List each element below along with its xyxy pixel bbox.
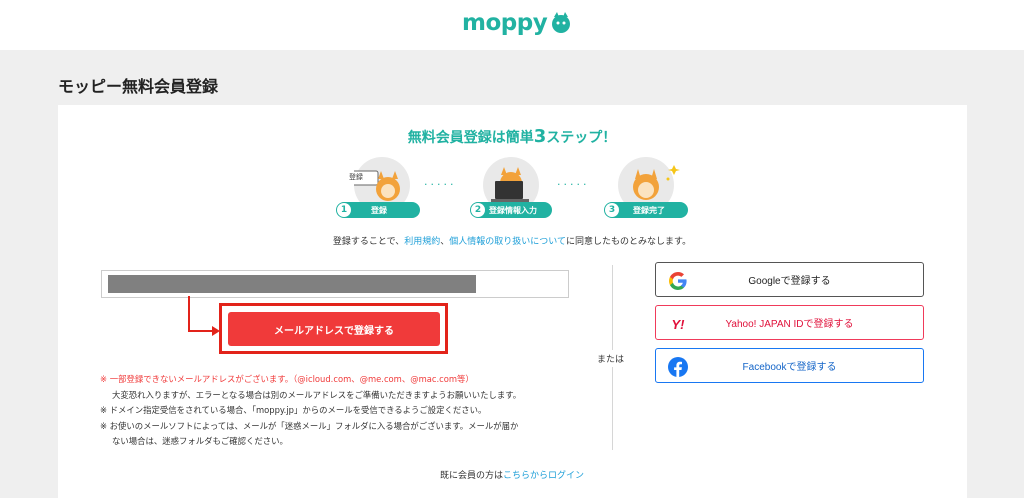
note-1-mark: ※	[100, 374, 108, 384]
logo-text: moppy	[462, 10, 548, 36]
note-1: ※ 一部登録できないメールアドレスがございます。（@icloud.com、@me…	[100, 372, 600, 388]
mascot-icon	[552, 12, 571, 33]
yahoo-register-button[interactable]: Y! Yahoo! JAPAN IDで登録する	[655, 305, 924, 340]
agreement-suffix: に同意したものとみなします。	[566, 237, 692, 247]
login-prompt: 既に会員の方はこちらからログイン	[0, 468, 1024, 481]
register-with-email-button[interactable]: メールアドレスで登録する	[228, 312, 440, 346]
annotation-arrow	[188, 296, 190, 332]
step-2-label: 2 登録情報入力	[470, 202, 552, 218]
note-2: ※ ドメイン指定受信をされている場合、「moppy.jp」からのメールを受信でき…	[100, 405, 487, 415]
or-label: または	[597, 350, 625, 367]
steps-title-suffix: ステップ！	[546, 130, 617, 146]
google-icon	[668, 271, 688, 291]
note-3: ※ お使いのメールソフトによっては、メールが「迷惑メール」フォルダに入る場合がご…	[100, 420, 519, 431]
redacted-email-value	[108, 275, 476, 293]
note-3-continued: ない場合は、迷惑フォルダもご確認ください。	[112, 436, 288, 446]
login-link[interactable]: こちらからログイン	[503, 471, 584, 481]
google-register-label: Googleで登録する	[748, 276, 831, 287]
email-field[interactable]	[101, 270, 569, 298]
note-1-warning: 一部登録できないメールアドレスがございます。（@icloud.com、@me.c…	[109, 374, 474, 384]
step-3-label: 3 登録完了	[604, 202, 688, 218]
step-dots-1: ·····	[424, 178, 457, 191]
step-dots-2: ·····	[557, 178, 590, 191]
step-2-text: 登録情報入力	[489, 205, 537, 215]
terms-link[interactable]: 利用規約	[404, 237, 440, 247]
header-bar: moppy	[0, 0, 1024, 50]
agreement-separator: 、	[440, 237, 450, 247]
yahoo-icon: Y!	[671, 316, 685, 332]
step-3-text: 登録完了	[633, 205, 665, 215]
privacy-link[interactable]: 個人情報の取り扱いについて	[449, 237, 566, 247]
facebook-icon	[668, 357, 688, 377]
step-1-number: 1	[337, 203, 351, 217]
agreement-prefix: 登録することで、	[332, 237, 405, 247]
steps-title-prefix: 無料会員登録は簡単	[407, 130, 534, 146]
yahoo-register-label: Yahoo! JAPAN IDで登録する	[725, 319, 854, 330]
facebook-register-button[interactable]: Facebookで登録する	[655, 348, 924, 383]
registration-notes: ※ 一部登録できないメールアドレスがございます。（@icloud.com、@me…	[100, 372, 600, 450]
note-1-continued: 大変恐れ入りますが、エラーとなる場合は別のメールアドレスをご準備いただきますよう…	[112, 389, 522, 400]
facebook-register-label: Facebookで登録する	[742, 362, 837, 373]
step-1-text: 登録	[371, 205, 387, 215]
google-register-button[interactable]: Googleで登録する	[655, 262, 924, 297]
agreement-text: 登録することで、利用規約、個人情報の取り扱いについてに同意したものとみなします。	[0, 234, 1024, 247]
steps-title-num: 3	[533, 126, 547, 147]
step-1-card-text: 登録	[349, 173, 363, 181]
page-title: モッピー無料会員登録	[58, 77, 219, 96]
moppy-logo[interactable]: moppy	[462, 10, 572, 36]
step-3-number: 3	[605, 203, 619, 217]
step-1-label: 1 登録	[336, 202, 420, 218]
annotation-arrow	[188, 330, 214, 332]
steps-title: 無料会員登録は簡単3ステップ！	[0, 126, 1024, 147]
step-2-number: 2	[471, 203, 485, 217]
login-prefix: 既に会員の方は	[439, 471, 503, 481]
